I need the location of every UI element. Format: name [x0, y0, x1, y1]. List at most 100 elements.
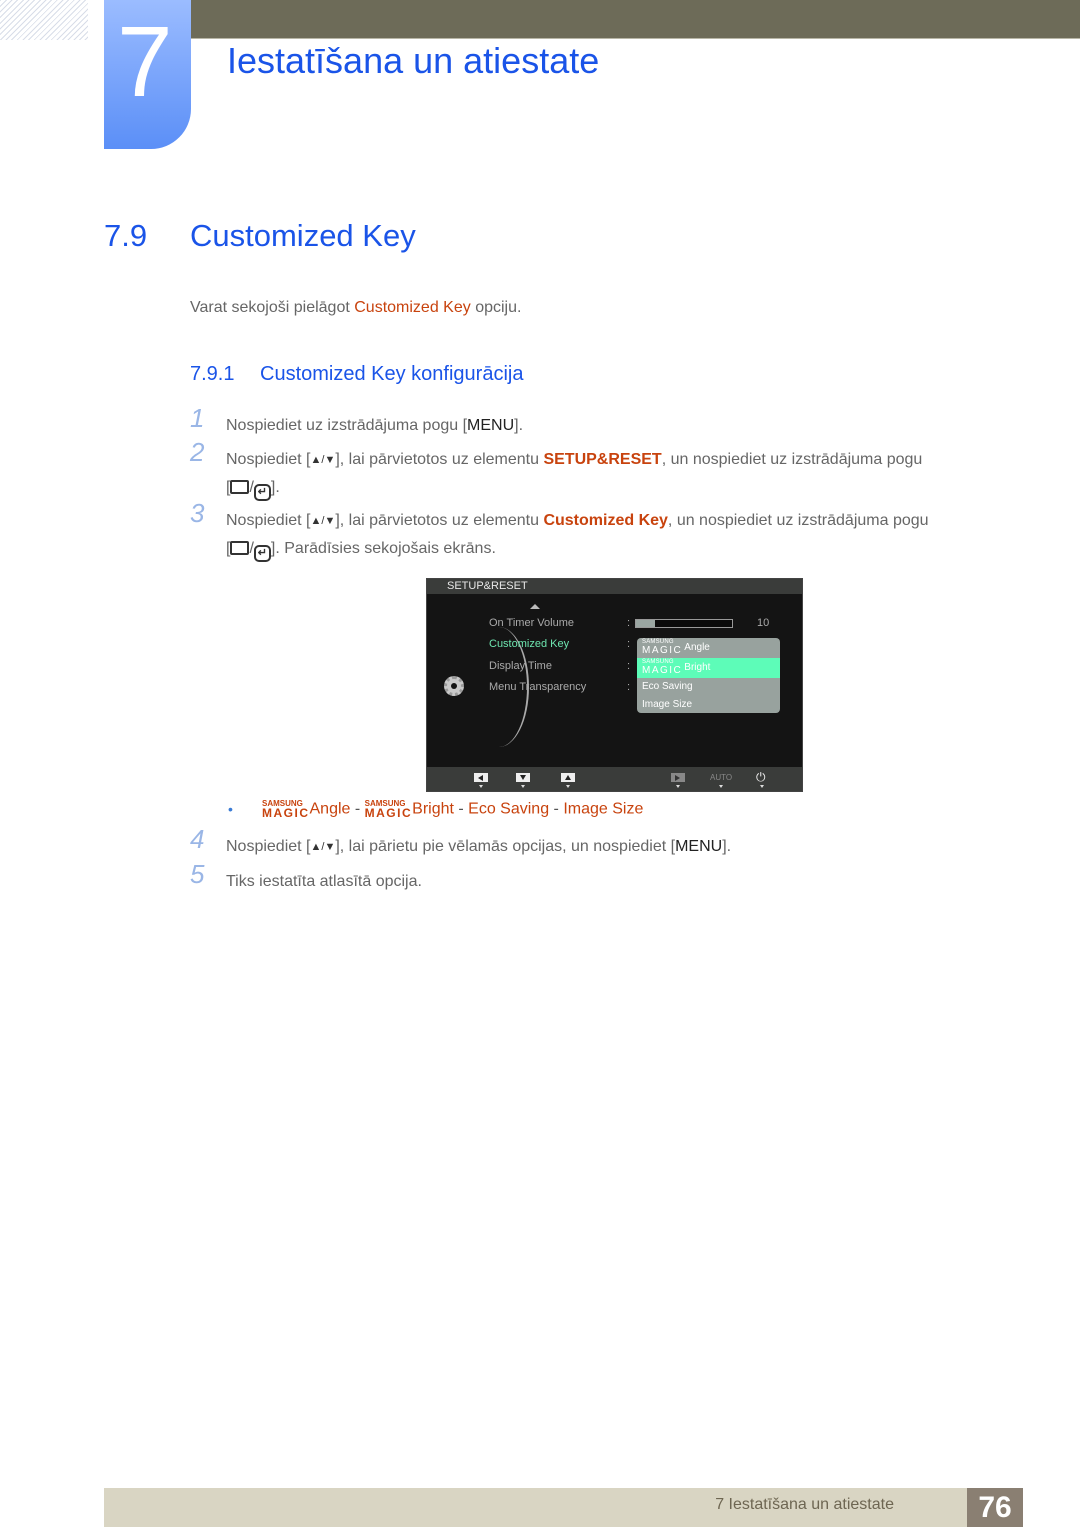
step-text: Nospiediet [▲/▼], lai pārvietotos uz ele…: [226, 507, 1016, 563]
indicator-dot: [719, 785, 723, 788]
option-eco-saving: Eco Saving: [642, 681, 693, 692]
section-title: 7.9 Customized Key: [104, 218, 416, 254]
option-label: Angle: [684, 642, 710, 653]
chapter-number: 7: [117, 6, 173, 118]
option-bright: Bright: [412, 800, 454, 818]
menu-key: MENU: [675, 838, 723, 855]
left-arrow-button-icon: [474, 773, 488, 782]
samsung-magic-logo: SAMSUNG MAGIC: [642, 659, 683, 677]
osd-colon: :: [627, 660, 631, 672]
separator: -: [549, 800, 564, 818]
right-arrow-button-icon: [671, 773, 685, 782]
osd-item-customized-key: Customized Key: [489, 638, 570, 650]
enter-button-icon: ↵: [253, 484, 271, 501]
volume-bar: [635, 619, 733, 628]
option-image-size: Image Size: [563, 800, 644, 818]
option-magic-angle: SAMSUNG MAGIC Angle: [637, 638, 780, 658]
step-text-part: ], lai pārvietotos uz elementu: [335, 451, 544, 468]
osd-colon: :: [627, 638, 631, 650]
subsection-title-text: Customized Key konfigurācija: [260, 363, 524, 385]
step-number: 2: [190, 437, 205, 467]
intro-text-end: opciju.: [470, 299, 522, 316]
down-arrow-button-icon: [516, 773, 530, 782]
option-magic-bright: SAMSUNG MAGIC Bright: [637, 658, 780, 678]
step-text-part: Nospiediet [: [226, 451, 311, 468]
section-number: 7.9: [104, 218, 148, 253]
customized-key-dropdown: SAMSUNG MAGIC Angle SAMSUNG MAGIC Bright Eco…: [637, 638, 780, 713]
auto-label: AUTO: [710, 773, 733, 782]
step-number: 4: [190, 824, 205, 854]
samsung-magic-logo: SAMSUNG MAGIC: [364, 799, 413, 820]
separator: -: [350, 800, 365, 818]
step-text-part: ].: [514, 417, 524, 434]
step-text-part: ]. Parādīsies sekojošais ekrāns.: [270, 540, 496, 557]
step-text: Nospiediet [▲/▼], lai pārvietotos uz ele…: [226, 446, 1016, 502]
step-highlight: Customized Key: [543, 512, 668, 529]
osd-colon: :: [627, 681, 631, 693]
step-text-part: Nospiediet [: [226, 512, 311, 529]
step-text-part: ], lai pārietu pie vēlamās opcijas, un n…: [335, 838, 676, 855]
step-text-part: Nospiediet uz izstrādājuma pogu [: [226, 417, 468, 434]
step-text-part: Nospiediet [: [226, 838, 311, 855]
step-text-part: ].: [722, 838, 732, 855]
enter-button-icon: ↵: [253, 545, 271, 562]
osd-item-menu-transparency: Menu Transparency: [489, 681, 587, 693]
option-image-size: Image Size: [642, 699, 693, 710]
osd-item-display-time: Display Time: [489, 660, 552, 672]
option-eco-saving: Eco Saving: [468, 800, 550, 818]
intro-highlight: Customized Key: [354, 299, 471, 316]
menu-key: MENU: [467, 417, 515, 434]
option-label: Bright: [684, 662, 711, 673]
page-number: 76: [967, 1488, 1023, 1527]
osd-header: SETUP&RESET: [427, 579, 802, 594]
osd-colon: :: [627, 617, 631, 629]
section-intro: Varat sekojoši pielāgot Customized Key o…: [190, 299, 521, 317]
osd-scroll-up-icon: [530, 604, 540, 609]
volume-bar-fill: [636, 620, 656, 627]
header-bar-line: [156, 38, 1080, 39]
step-text-part: , un nospiediet uz izstrādājuma pogu: [661, 451, 923, 468]
step-number: 3: [190, 498, 205, 528]
up-arrow-button-icon: [561, 773, 575, 782]
indicator-dot: [566, 785, 570, 788]
footer-chapter-title: 7 Iestatīšana un atiestate: [715, 1496, 894, 1513]
up-down-arrows-icon: ▲/▼: [310, 515, 336, 527]
header-bar: [156, 0, 1080, 38]
bullet-icon: •: [228, 800, 233, 817]
option-angle: Angle: [309, 800, 351, 818]
step-text-part: ], lai pārvietotos uz elementu: [335, 512, 544, 529]
step-text: Nospiediet [▲/▼], lai pārietu pie vēlamā…: [226, 833, 1016, 861]
step-number: 5: [190, 859, 205, 889]
options-list: • SAMSUNG MAGIC Angle - SAMSUNG MAGIC Bright …: [228, 799, 644, 820]
step-highlight: SETUP&RESET: [543, 451, 662, 468]
up-down-arrows-icon: ▲/▼: [310, 454, 336, 466]
separator: -: [453, 800, 469, 818]
up-down-arrows-icon: ▲/▼: [310, 841, 336, 853]
volume-value: 10: [757, 617, 770, 629]
power-icon: ⏻: [756, 770, 766, 784]
step-text: Nospiediet uz izstrādājuma pogu [MENU].: [226, 412, 1016, 440]
intro-text: Varat sekojoši pielāgot: [190, 299, 355, 316]
section-title-text: Customized Key: [190, 218, 416, 253]
subsection-title: 7.9.1 Customized Key konfigurācija: [190, 363, 523, 386]
indicator-dot: [676, 785, 680, 788]
osd-button-bar: AUTO ⏻: [427, 767, 802, 791]
gear-icon: [444, 676, 464, 696]
indicator-dot: [479, 785, 483, 788]
source-button-icon: [230, 480, 250, 494]
chapter-title: Iestatīšana un atiestate: [227, 40, 600, 81]
indicator-dot: [521, 785, 525, 788]
samsung-magic-logo: SAMSUNG MAGIC: [262, 799, 310, 820]
page-footer: 7 Iestatīšana un atiestate 76: [104, 1488, 1023, 1527]
osd-screenshot: SETUP&RESET On Timer Volume Customized K…: [426, 578, 803, 792]
step-text-part: , un nospiediet uz izstrādājuma pogu: [667, 512, 929, 529]
indicator-dot: [760, 785, 764, 788]
subsection-number: 7.9.1: [190, 363, 235, 385]
samsung-magic-logo: SAMSUNG MAGIC: [642, 639, 683, 657]
step-number: 1: [190, 403, 205, 433]
step-text: Tiks iestatīta atlasītā opcija.: [226, 873, 422, 890]
source-button-icon: [230, 541, 250, 555]
step-text-part: ].: [270, 479, 280, 496]
osd-item-on-timer-volume: On Timer Volume: [489, 617, 574, 629]
header-hatch-decoration: [0, 0, 88, 40]
